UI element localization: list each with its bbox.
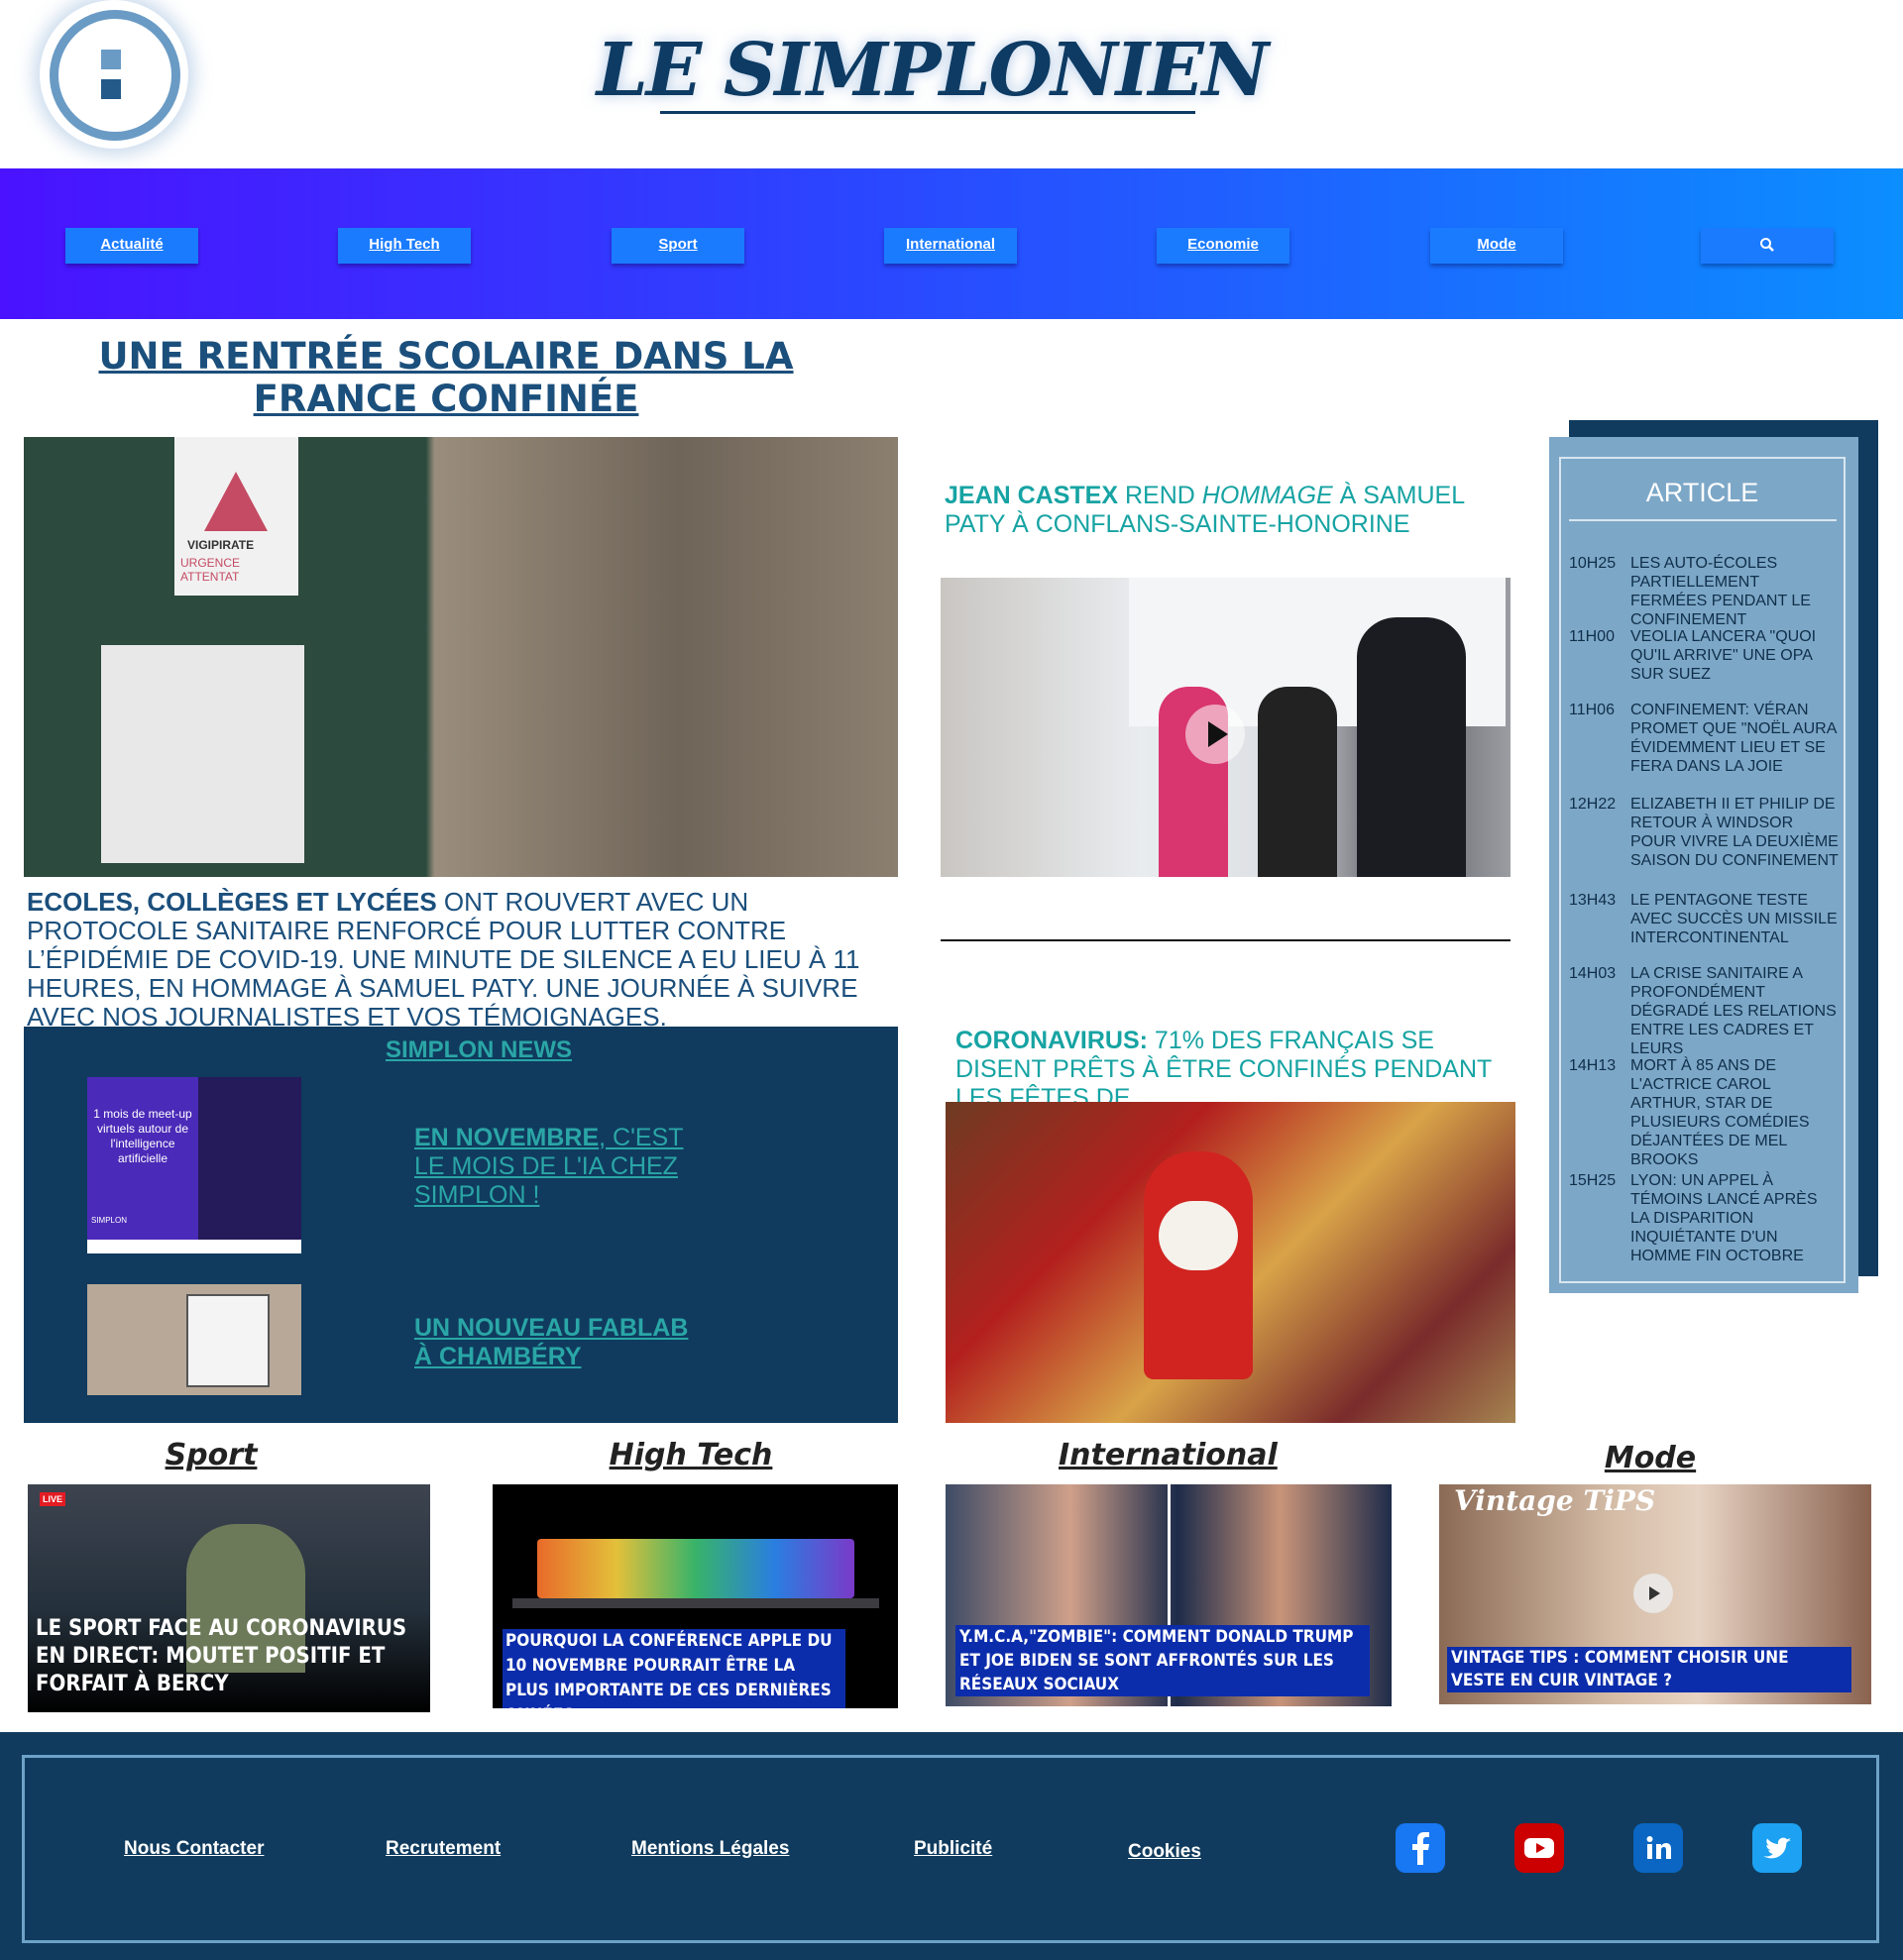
castex-video-thumbnail[interactable] bbox=[941, 578, 1511, 877]
coronavirus-headline[interactable]: CORONAVIRUS: 71% DES FRANÇAIS SE DISENT … bbox=[955, 1027, 1511, 1113]
category-title-international[interactable]: International bbox=[1059, 1438, 1278, 1472]
article-headline: LES AUTO-ÉCOLES PARTIELLEMENT FERMÉES PE… bbox=[1630, 555, 1811, 628]
category-title-sport[interactable]: Sport bbox=[112, 1438, 310, 1472]
news-link-fablab-bold: UN NOUVEAU FABLAB À CHAMBÉRY bbox=[414, 1314, 689, 1370]
ia-month-image[interactable]: 1 mois de meet-up virtuels autour de l'i… bbox=[87, 1077, 301, 1253]
coronavirus-bold: CORONAVIRUS: bbox=[955, 1027, 1148, 1054]
article-headline: VEOLIA LANCERA "QUOI QU'IL ARRIVE" UNE O… bbox=[1630, 628, 1817, 683]
article-headline: ELIZABETH II ET PHILIP DE RETOUR À WINDS… bbox=[1630, 796, 1839, 869]
article-headline: LYON: UN APPEL À TÉMOINS LANCÉ APRÈS LA … bbox=[1630, 1172, 1818, 1264]
international-card[interactable]: Y.M.C.A,"ZOMBIE": COMMENT DONALD TRUMP E… bbox=[946, 1484, 1392, 1706]
article-sidebar-title: ARTICLE bbox=[1645, 478, 1759, 507]
footer-link-cookies[interactable]: Cookies bbox=[1128, 1841, 1201, 1863]
laptop-screen bbox=[537, 1539, 854, 1598]
3d-printer bbox=[186, 1294, 270, 1387]
nav-high-tech[interactable]: High Tech bbox=[338, 228, 471, 264]
live-badge: LIVE bbox=[40, 1492, 65, 1506]
school-photo[interactable]: VIGIPIRATE URGENCE ATTENTAT bbox=[24, 437, 898, 877]
simplon-news-title[interactable]: SIMPLON NEWS bbox=[386, 1036, 614, 1064]
news-link-ia-bold: EN NOVEMBRE bbox=[414, 1124, 600, 1151]
article-time: 10H25 bbox=[1569, 555, 1617, 572]
nav-international[interactable]: International bbox=[884, 228, 1017, 264]
urgence-label: URGENCE ATTENTAT bbox=[180, 556, 241, 584]
vigipirate-label: VIGIPIRATE bbox=[187, 538, 255, 552]
high-tech-caption: POURQUOI LA CONFÉRENCE APPLE DU 10 NOVEM… bbox=[503, 1629, 845, 1708]
castex-figure bbox=[1357, 617, 1466, 877]
lead-paragraph: ECOLES, COLLÈGES ET LYCÉES ONT ROUVERT A… bbox=[27, 888, 899, 1032]
article-sidebar-rule bbox=[1569, 519, 1837, 521]
category-title-mode[interactable]: Mode bbox=[1551, 1441, 1749, 1475]
laptop-base bbox=[512, 1598, 879, 1608]
article-time: 14H13 bbox=[1569, 1057, 1617, 1074]
youtube-icon[interactable] bbox=[1514, 1823, 1564, 1873]
christmas-photo[interactable] bbox=[946, 1102, 1515, 1423]
article-headline: CONFINEMENT: VÉRAN PROMET QUE "NOËL AURA… bbox=[1630, 702, 1837, 775]
sport-caption: LE SPORT FACE AU CORONAVIRUS EN DIRECT: … bbox=[36, 1616, 407, 1696]
mode-card[interactable]: Vintage TiPS VINTAGE TIPS : COMMENT CHOI… bbox=[1439, 1484, 1871, 1704]
lead-bold: ECOLES, COLLÈGES ET LYCÉES bbox=[27, 887, 437, 917]
logo-dot-bottom bbox=[101, 79, 121, 99]
news-link-ia-month[interactable]: EN NOVEMBRE, C'EST LE MOIS DE L'IA CHEZ … bbox=[414, 1124, 712, 1210]
high-tech-card[interactable]: POURQUOI LA CONFÉRENCE APPLE DU 10 NOVEM… bbox=[493, 1484, 898, 1708]
footer-link-recrutement[interactable]: Recrutement bbox=[386, 1838, 501, 1860]
article-time: 11H06 bbox=[1569, 702, 1615, 718]
main-nav: Actualité High Tech Sport International … bbox=[0, 168, 1903, 319]
ia-image-text: 1 mois de meet-up virtuels autour de l'i… bbox=[93, 1107, 192, 1165]
title-underline bbox=[660, 111, 1195, 114]
news-link-fablab[interactable]: UN NOUVEAU FABLAB À CHAMBÉRY bbox=[414, 1314, 712, 1371]
ia-image-hand bbox=[198, 1077, 301, 1240]
site-logo[interactable] bbox=[40, 0, 188, 149]
santa-beard bbox=[1159, 1201, 1238, 1270]
nav-mode[interactable]: Mode bbox=[1430, 228, 1563, 264]
ia-image-brand: SIMPLON bbox=[91, 1216, 128, 1225]
nav-economie[interactable]: Economie bbox=[1157, 228, 1289, 264]
article-headline: LA CRISE SANITAIRE A PROFONDÉMENT DÉGRAD… bbox=[1630, 965, 1837, 1057]
castex-mid: REND bbox=[1118, 482, 1202, 509]
footer-link-mentions-legales[interactable]: Mentions Légales bbox=[631, 1838, 789, 1860]
footer-link-publicite[interactable]: Publicité bbox=[914, 1838, 992, 1860]
search-icon bbox=[1760, 238, 1774, 252]
nav-actualite[interactable]: Actualité bbox=[65, 228, 198, 264]
sanitary-protocol-poster bbox=[101, 645, 304, 863]
category-title-high-tech[interactable]: High Tech bbox=[592, 1438, 790, 1472]
article-time: 15H25 bbox=[1569, 1172, 1617, 1189]
footer-link-contact[interactable]: Nous Contacter bbox=[124, 1838, 264, 1860]
child-figure bbox=[1258, 687, 1337, 877]
article-time: 14H03 bbox=[1569, 965, 1617, 982]
mode-caption: VINTAGE TIPS : COMMENT CHOISIR UNE VESTE… bbox=[1447, 1647, 1851, 1692]
castex-italic: HOMMAGE bbox=[1201, 482, 1333, 509]
fablab-image[interactable] bbox=[87, 1284, 301, 1395]
warning-triangle bbox=[204, 472, 268, 531]
article-time: 13H43 bbox=[1569, 892, 1617, 909]
international-caption: Y.M.C.A,"ZOMBIE": COMMENT DONALD TRUMP E… bbox=[955, 1625, 1370, 1696]
logo-ring bbox=[50, 10, 180, 141]
simplon-news-panel: SIMPLON NEWS 1 mois de meet-up virtuels … bbox=[24, 1027, 898, 1423]
article-headline: LE PENTAGONE TESTE AVEC SUCCÈS UN MISSIL… bbox=[1630, 892, 1838, 946]
article-time: 12H22 bbox=[1569, 796, 1617, 813]
article-time: 11H00 bbox=[1569, 628, 1615, 645]
castex-bold: JEAN CASTEX bbox=[945, 482, 1119, 509]
vintage-tips-logo: Vintage TiPS bbox=[1454, 1484, 1656, 1517]
play-icon[interactable] bbox=[1633, 1574, 1673, 1613]
article-headline: MORT À 85 ANS DE L'ACTRICE CAROL ARTHUR,… bbox=[1630, 1057, 1810, 1168]
linkedin-icon[interactable] bbox=[1633, 1823, 1683, 1873]
column-divider bbox=[941, 939, 1511, 941]
site-title: LE SIMPLONIEN bbox=[596, 28, 1270, 113]
castex-headline[interactable]: JEAN CASTEX REND HOMMAGE À SAMUEL PATY À… bbox=[945, 482, 1510, 539]
main-headline[interactable]: UNE RENTRÉE SCOLAIRE DANS LA FRANCE CONF… bbox=[40, 335, 852, 420]
play-icon[interactable] bbox=[1185, 705, 1245, 764]
logo-dot-top bbox=[101, 50, 121, 69]
twitter-icon[interactable] bbox=[1752, 1823, 1802, 1873]
nav-sport[interactable]: Sport bbox=[612, 228, 744, 264]
nav-search-button[interactable] bbox=[1701, 228, 1834, 264]
sport-card[interactable]: LIVE LE SPORT FACE AU CORONAVIRUS EN DIR… bbox=[28, 1484, 430, 1712]
ia-image-footer bbox=[87, 1240, 301, 1253]
facebook-icon[interactable] bbox=[1396, 1823, 1445, 1873]
